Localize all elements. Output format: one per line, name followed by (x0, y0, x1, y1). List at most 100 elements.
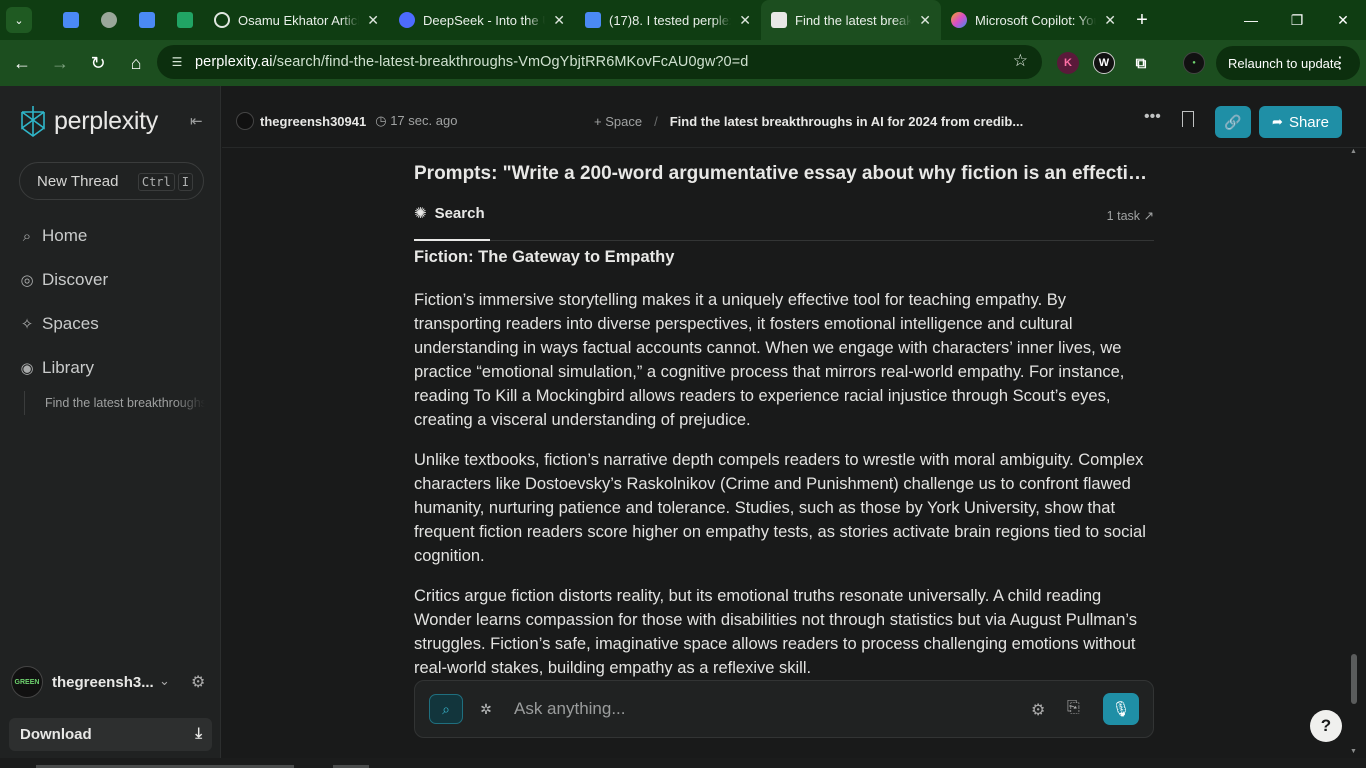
space-label: Space (605, 114, 643, 129)
scroll-up-arrow[interactable]: ▲ (1350, 148, 1357, 155)
share-button[interactable]: ➦ Share (1259, 106, 1342, 138)
sidebar: perplexity ⇤ New Thread Ctrl I ⌕ Home ◎ … (0, 86, 221, 768)
sidebar-item-label: Library (42, 358, 94, 377)
tab-title: DeepSeek - Into the Unknown (423, 12, 545, 28)
gear-icon[interactable]: ⚙ (191, 672, 205, 692)
library-divider (24, 391, 25, 415)
arrow-left-icon: ← (13, 52, 31, 73)
tab-tested-perplexity[interactable]: (17)8. I tested perplexity ✕ (575, 0, 761, 40)
plus-icon: + (1136, 8, 1148, 31)
restore-button[interactable]: ❐ (1274, 0, 1320, 40)
forward-button[interactable]: → (42, 45, 78, 81)
sidebar-item-spaces[interactable]: ✧ Spaces (18, 314, 99, 334)
copy-link-button[interactable]: 🔗 (1215, 106, 1251, 138)
reload-button[interactable]: ↻ (80, 45, 116, 81)
relaunch-button[interactable]: Relaunch to update ⋮ (1216, 46, 1360, 80)
search-mode-button[interactable]: ⌕ (429, 694, 463, 724)
tab-divider (414, 240, 1154, 241)
tab-copilot[interactable]: Microsoft Copilot: Your AI companion ✕ (941, 0, 1126, 40)
url-text: perplexity.ai/search/find-the-latest-bre… (195, 54, 748, 70)
collapse-sidebar-icon[interactable]: ⇤ (190, 112, 203, 130)
more-options-icon[interactable]: ••• (1144, 108, 1161, 126)
close-icon[interactable]: ✕ (1104, 12, 1116, 29)
tab-title: Osamu Ekhator Article (238, 12, 360, 28)
task-label: 1 task (1106, 209, 1141, 223)
close-icon[interactable]: ✕ (919, 12, 931, 29)
extensions-puzzle-icon[interactable]: ⧉ (1130, 52, 1152, 74)
question-icon: ? (1320, 716, 1332, 735)
ask-input[interactable]: Ask anything... (514, 699, 626, 719)
perplexity-logo[interactable]: perplexity (18, 104, 158, 138)
clock-icon: ◷ (375, 113, 391, 128)
attach-icon[interactable]: ⎘ (1067, 699, 1080, 717)
answer-paragraph: Fiction’s immersive storytelling makes i… (414, 291, 1125, 429)
scroll-down-arrow[interactable]: ▼ (1350, 748, 1357, 755)
user-menu[interactable]: GREEN thegreensh3... ⌄ ⚙ (11, 666, 211, 698)
sidebar-item-label: Home (42, 226, 88, 245)
close-icon[interactable]: ✕ (739, 12, 751, 29)
scrollbar-thumb[interactable] (1351, 654, 1357, 704)
time-ago: 17 sec. ago (390, 113, 458, 128)
more-vertical-icon[interactable]: ⋮ (1332, 53, 1348, 73)
query-title: Prompts: "Write a 200-word argumentative… (414, 163, 1154, 184)
tab-title: Microsoft Copilot: Your AI companion (975, 12, 1096, 28)
microphone-icon: 🎙 (1111, 701, 1131, 718)
minimize-button[interactable]: — (1228, 0, 1274, 40)
extension-w-icon[interactable]: W (1093, 52, 1115, 74)
pinned-tab-sheets[interactable] (166, 0, 204, 40)
bookmark-icon[interactable] (1182, 111, 1194, 127)
back-button[interactable]: ← (4, 45, 40, 81)
home-button[interactable]: ⌂ (118, 45, 154, 81)
pinned-tab-docs[interactable] (52, 0, 90, 40)
sidebar-item-home[interactable]: ⌕ Home (18, 226, 88, 246)
site-info-icon[interactable]: ☰ (169, 54, 185, 70)
bookmark-star-icon[interactable]: ☆ (1013, 51, 1028, 71)
link-icon: 🔗 (1224, 113, 1242, 130)
task-count-link[interactable]: 1 task ↗ (1107, 208, 1154, 223)
timestamp: ◷ 17 sec. ago (375, 113, 457, 129)
answer-paragraph: Critics argue fiction distorts reality, … (414, 587, 1138, 677)
scrollbar[interactable]: ▲ ▼ (1348, 148, 1360, 758)
tab-search-label: Search (434, 204, 485, 222)
tab-osamu-article[interactable]: Osamu Ekhator Article ✕ (204, 0, 389, 40)
new-tab-button[interactable]: + (1126, 0, 1158, 40)
voice-mode-button[interactable]: 🎙 (1103, 693, 1139, 725)
new-thread-label: New Thread (37, 172, 119, 190)
thread-header: thegreensh30941 ◷ 17 sec. ago + Space / … (222, 86, 1366, 148)
tab-title: Find the latest breakthroughs (795, 12, 912, 28)
url-host: perplexity.ai (195, 54, 273, 70)
pinned-tab-globe[interactable] (90, 0, 128, 40)
search-icon: ⌕ (442, 700, 450, 717)
window-close-button[interactable]: ✕ (1320, 0, 1366, 40)
copilot-icon (951, 12, 967, 28)
chevron-down-icon[interactable]: ⌄ (159, 673, 170, 689)
sidebar-item-label: Spaces (42, 314, 99, 333)
bottom-scroll-strip (0, 758, 1366, 768)
tab-search-button[interactable]: ⌄ (6, 7, 32, 33)
profile-avatar[interactable]: ● (1183, 52, 1205, 74)
add-to-space-button[interactable]: + Space (594, 114, 642, 129)
extension-k-icon[interactable]: K (1057, 52, 1079, 74)
reasoning-mode-button[interactable]: ✲ (471, 694, 501, 724)
help-button[interactable]: ? (1310, 710, 1342, 742)
sidebar-item-discover[interactable]: ◎ Discover (18, 270, 108, 290)
browser-tab-bar: ⌄ Osamu Ekhator Article ✕ DeepSeek - Int… (0, 0, 1366, 40)
close-icon[interactable]: ✕ (367, 12, 379, 29)
pinned-tab-docs-2[interactable] (128, 0, 166, 40)
address-bar[interactable]: ☰ perplexity.ai/search/find-the-latest-b… (157, 45, 1042, 79)
tab-deepseek[interactable]: DeepSeek - Into the Unknown ✕ (389, 0, 575, 40)
download-button[interactable]: Download ⤓ (9, 718, 212, 751)
model-chip-icon[interactable]: ⚙ (1031, 700, 1045, 720)
tab-find-breakthroughs[interactable]: Find the latest breakthroughs ✕ (761, 0, 941, 40)
tab-title: (17)8. I tested perplexity (609, 12, 731, 28)
close-icon[interactable]: ✕ (553, 12, 565, 29)
answer-heading: Fiction: The Gateway to Empathy (414, 248, 675, 266)
sidebar-item-library[interactable]: ◉ Library (18, 358, 94, 378)
library-thread-item[interactable]: Find the latest breakthroughs in AI for … (45, 396, 205, 410)
keyboard-shortcut: Ctrl I (137, 173, 193, 191)
shortcut-key-ctrl: Ctrl (137, 173, 175, 191)
tab-search[interactable]: ✺ Search (414, 204, 485, 223)
new-thread-button[interactable]: New Thread Ctrl I (19, 162, 204, 200)
ask-followup-box: ⌕ ✲ Ask anything... ⚙ ⎘ 🎙 (414, 680, 1154, 738)
perplexity-logo-icon (21, 106, 45, 137)
